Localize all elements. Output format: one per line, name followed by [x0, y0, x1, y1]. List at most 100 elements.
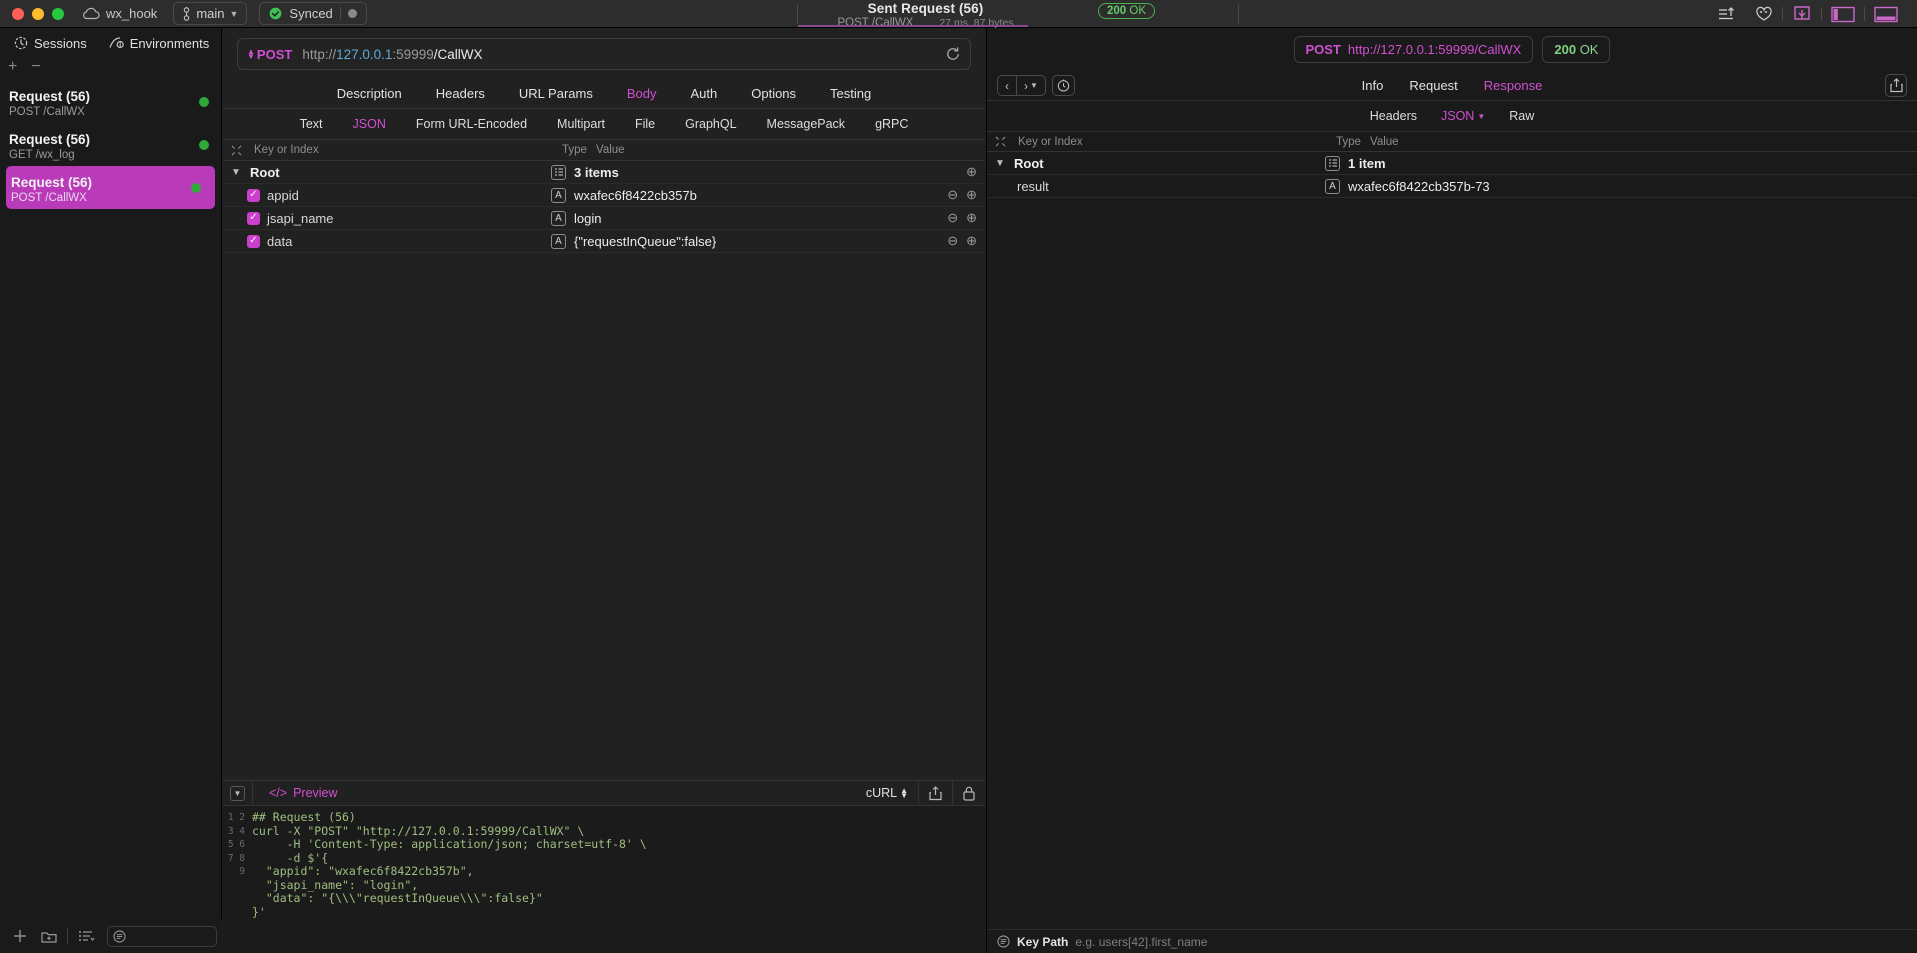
table-row[interactable]: ✓ data A {"requestInQueue":false} ⊖ ⊕ [223, 230, 985, 253]
minimize-window-button[interactable] [32, 7, 44, 20]
json-value[interactable]: {"requestInQueue":false} [574, 234, 985, 249]
type-badge-string[interactable]: A [551, 187, 566, 203]
row-enabled-checkbox[interactable]: ✓ [247, 211, 260, 225]
chevron-down-icon[interactable]: ▼ [995, 158, 1007, 169]
history-forward-button[interactable]: › ▼ [1017, 79, 1045, 93]
add-request-icon[interactable] [6, 929, 34, 943]
row-enabled-checkbox[interactable]: ✓ [247, 234, 260, 248]
table-row[interactable]: ▼ Root 3 items ⊕ [223, 161, 985, 184]
list-item-selected[interactable]: Request (56) POST /CallWX [6, 166, 215, 209]
share-icon[interactable] [919, 785, 952, 801]
remove-row-button[interactable]: ⊖ [947, 210, 958, 226]
key-path-label: Key Path [1017, 934, 1069, 949]
add-session-button[interactable]: + [8, 58, 17, 76]
session-status-dot [199, 139, 209, 150]
body-tab-json[interactable]: JSON [353, 117, 386, 131]
response-tab-request[interactable]: Request [1409, 78, 1457, 93]
sidebar-tab-environments-label: Environments [129, 35, 210, 51]
sent-request-summary: Sent Request (56) POST /CallWX 27 ms, 87… [798, 0, 1053, 29]
body-tab-graphql[interactable]: GraphQL [685, 117, 736, 131]
body-tab-multipart[interactable]: Multipart [557, 117, 605, 131]
tab-testing[interactable]: Testing [830, 86, 871, 101]
body-tab-text[interactable]: Text [300, 117, 323, 131]
sort-list-icon[interactable] [71, 929, 103, 943]
maximize-window-button[interactable] [52, 7, 64, 20]
add-row-button[interactable]: ⊕ [966, 164, 977, 180]
response-url-chip[interactable]: POST http://127.0.0.1:59999/CallWX [1293, 35, 1534, 63]
tab-url-params[interactable]: URL Params [519, 86, 593, 101]
toggle-left-panel-icon[interactable] [1822, 6, 1864, 23]
list-item[interactable]: Request (56) GET /wx_log [0, 123, 221, 166]
table-row[interactable]: ▼ Root 1 item [987, 152, 1917, 175]
response-tab-response[interactable]: Response [1484, 78, 1543, 93]
collapse-all-icon[interactable] [995, 136, 1006, 147]
remove-row-button[interactable]: ⊖ [947, 187, 958, 203]
tab-headers[interactable]: Headers [436, 86, 485, 101]
chevron-down-icon[interactable]: ▼ [231, 167, 243, 178]
http-method-selector[interactable]: ▲ ▼ POST [247, 47, 292, 62]
column-header-value: Value [596, 144, 625, 156]
type-badge-string[interactable]: A [551, 233, 566, 249]
sent-request-title: Sent Request (56) [867, 1, 984, 16]
remove-row-button[interactable]: ⊖ [947, 233, 958, 249]
body-tab-file[interactable]: File [635, 117, 655, 131]
import-box-icon[interactable] [1783, 5, 1821, 23]
url-bar[interactable]: ▲ ▼ POST http://127.0.0.1:59999/CallWX [237, 38, 971, 70]
curl-preview-code[interactable]: 1 2 3 4 5 6 7 8 9 ## Request (56) curl -… [223, 806, 985, 953]
extensions-icon[interactable] [1746, 6, 1782, 22]
collapse-all-icon[interactable] [231, 145, 242, 156]
add-row-button[interactable]: ⊕ [966, 210, 977, 226]
toggle-bottom-panel-icon[interactable] [1865, 6, 1907, 23]
share-icon[interactable] [1885, 74, 1907, 97]
tab-auth[interactable]: Auth [690, 86, 717, 101]
refresh-icon[interactable] [945, 46, 961, 62]
preview-tab[interactable]: </> Preview [253, 786, 354, 800]
export-lines-icon[interactable] [1709, 6, 1746, 22]
tab-description[interactable]: Description [337, 86, 402, 101]
sync-status[interactable]: Synced [259, 2, 367, 25]
response-view-headers[interactable]: Headers [1370, 109, 1417, 123]
history-clock-icon[interactable] [1051, 75, 1075, 96]
body-tab-messagepack[interactable]: MessagePack [767, 117, 846, 131]
sidebar-tab-sessions[interactable]: Sessions [14, 36, 87, 51]
table-row[interactable]: ✓ appid A wxafec6f8422cb357b ⊖ ⊕ [223, 184, 985, 207]
branch-selector[interactable]: main ▼ [173, 2, 248, 25]
tab-body[interactable]: Body [627, 86, 657, 101]
body-tab-grpc[interactable]: gRPC [875, 117, 908, 131]
history-back-button[interactable]: ‹ [998, 79, 1016, 93]
add-row-button[interactable]: ⊕ [966, 233, 977, 249]
body-tab-form-url-encoded[interactable]: Form URL-Encoded [416, 117, 527, 131]
close-window-button[interactable] [12, 7, 24, 20]
response-view-json-label: JSON [1440, 109, 1475, 123]
table-row[interactable]: ✓ jsapi_name A login ⊖ ⊕ [223, 207, 985, 230]
filter-input[interactable] [107, 925, 217, 947]
sidebar-tab-environments[interactable]: Environments [109, 36, 209, 51]
session-subtitle: POST /CallWX [9, 106, 85, 118]
url-input[interactable]: http://127.0.0.1:59999/CallWX [302, 47, 945, 62]
collapse-triangle-icon[interactable]: ▼ [230, 785, 245, 801]
response-value[interactable]: wxafec6f8422cb357b-73 [1348, 179, 1917, 194]
new-folder-icon[interactable] [34, 929, 64, 944]
add-row-button[interactable]: ⊕ [966, 187, 977, 203]
response-tab-info[interactable]: Info [1362, 78, 1384, 93]
json-value[interactable]: login [574, 211, 985, 226]
list-item[interactable]: Request (56) POST /CallWX [0, 80, 221, 123]
document-cloud-status[interactable]: wx_hook [82, 6, 157, 21]
preview-toolbar: ▼ </> Preview cURL ▲ ▼ [223, 780, 985, 806]
lock-icon[interactable] [953, 786, 985, 801]
response-view-raw[interactable]: Raw [1509, 109, 1534, 123]
table-row[interactable]: result A wxafec6f8422cb357b-73 [987, 175, 1917, 198]
row-enabled-checkbox[interactable]: ✓ [247, 188, 260, 202]
response-view-json[interactable]: JSON ▼ [1441, 109, 1485, 123]
tab-options[interactable]: Options [751, 86, 796, 101]
remove-session-button[interactable]: − [31, 58, 40, 76]
http-method-label: POST [256, 46, 293, 62]
json-value[interactable]: wxafec6f8422cb357b [574, 188, 985, 203]
sync-status-label: Synced [289, 6, 333, 21]
request-progress-bar [798, 25, 1028, 27]
key-path-bar[interactable]: Key Path e.g. users[42].first_name [987, 929, 1917, 953]
type-badge-string[interactable]: A [551, 210, 566, 226]
stepper-arrows-icon: ▲ ▼ [247, 47, 255, 61]
app-window: wx_hook main ▼ Synced Sent Request (56) … [0, 0, 1917, 953]
format-selector[interactable]: cURL ▲ ▼ [866, 786, 918, 800]
